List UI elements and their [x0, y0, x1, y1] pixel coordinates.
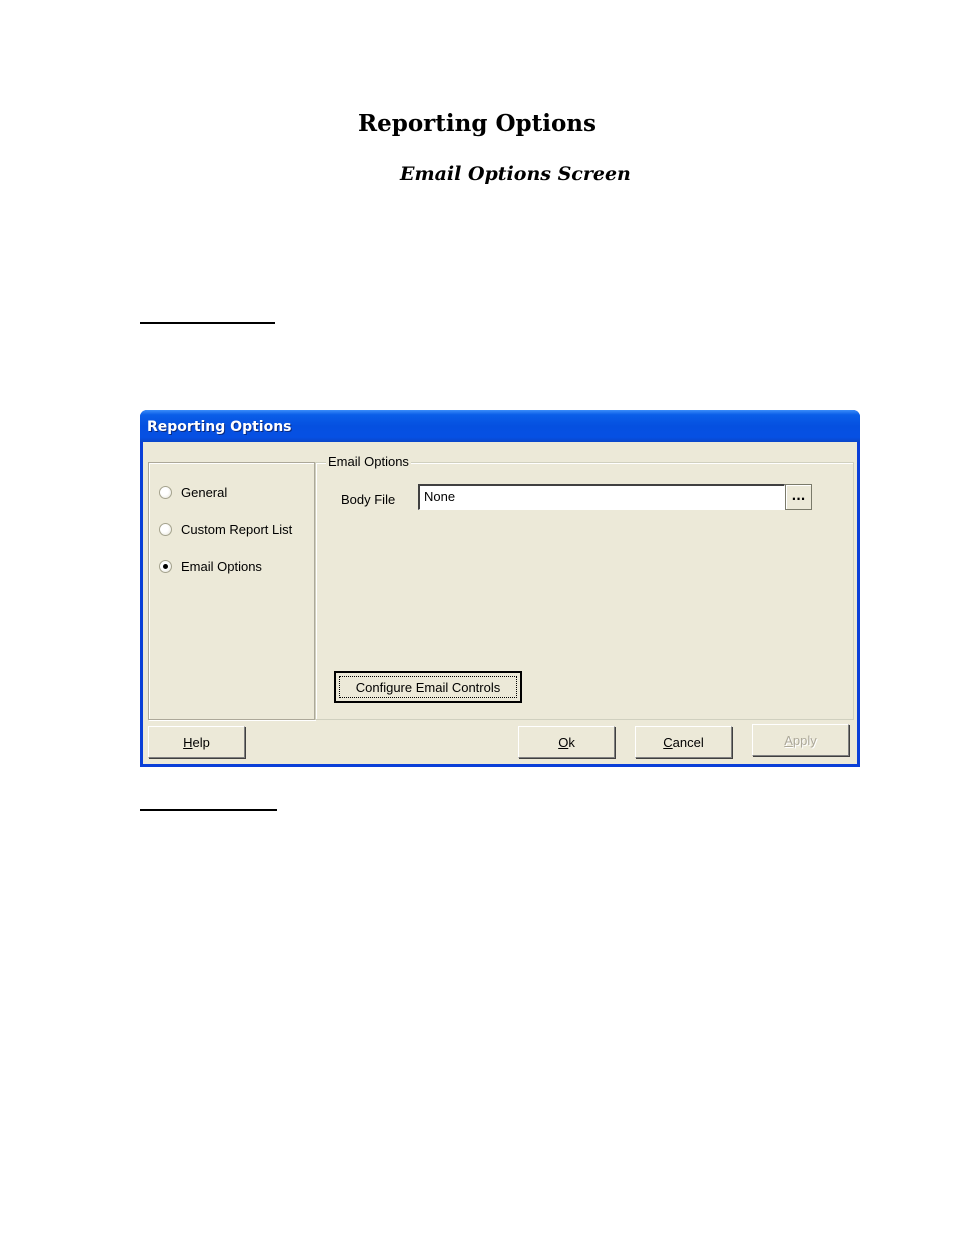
divider-bottom	[140, 809, 277, 811]
apply-button[interactable]: Apply	[752, 724, 849, 756]
radio-general-label: General	[181, 484, 228, 500]
radio-button-icon[interactable]	[159, 485, 172, 499]
cancel-label: ancel	[672, 734, 704, 750]
configure-email-controls-button[interactable]: Configure Email Controls	[334, 671, 522, 703]
configure-email-controls-label: Configure Email Controls	[339, 676, 517, 698]
body-file-input[interactable]: None	[418, 484, 785, 510]
dialog-client-area: General Custom Report List Email Options…	[143, 442, 857, 764]
radio-button-selected-icon[interactable]	[159, 559, 172, 573]
apply-label: pply	[792, 732, 817, 748]
ok-button[interactable]: Ok	[518, 726, 615, 758]
cancel-button[interactable]: Cancel	[635, 726, 732, 758]
reporting-options-dialog: Reporting Options General Custom Report …	[140, 410, 860, 767]
help-mnemonic: H	[183, 734, 193, 750]
radio-email-options-label: Email Options	[181, 558, 262, 574]
body-file-label: Body File	[341, 492, 396, 507]
cancel-mnemonic: C	[663, 734, 673, 750]
document-title: Reporting Options	[358, 110, 596, 137]
ok-mnemonic: O	[558, 734, 569, 750]
browse-button[interactable]: ...	[785, 484, 812, 510]
apply-mnemonic: A	[784, 732, 793, 748]
help-label: elp	[192, 734, 210, 750]
dialog-titlebar[interactable]: Reporting Options	[140, 410, 860, 442]
divider-top	[140, 322, 275, 324]
radio-email-options[interactable]: Email Options	[159, 557, 262, 575]
radio-general[interactable]: General	[159, 483, 227, 501]
dialog-title: Reporting Options	[147, 419, 292, 435]
ok-label: k	[568, 734, 575, 750]
group-legend: Email Options	[326, 454, 411, 469]
options-nav-panel: General Custom Report List Email Options	[148, 462, 315, 720]
help-button[interactable]: Help	[148, 726, 245, 758]
radio-custom-report-list[interactable]: Custom Report List	[159, 520, 292, 538]
radio-custom-report-list-label: Custom Report List	[181, 521, 293, 537]
radio-button-icon[interactable]	[159, 522, 172, 536]
document-subtitle: Email Options Screen	[400, 163, 631, 185]
